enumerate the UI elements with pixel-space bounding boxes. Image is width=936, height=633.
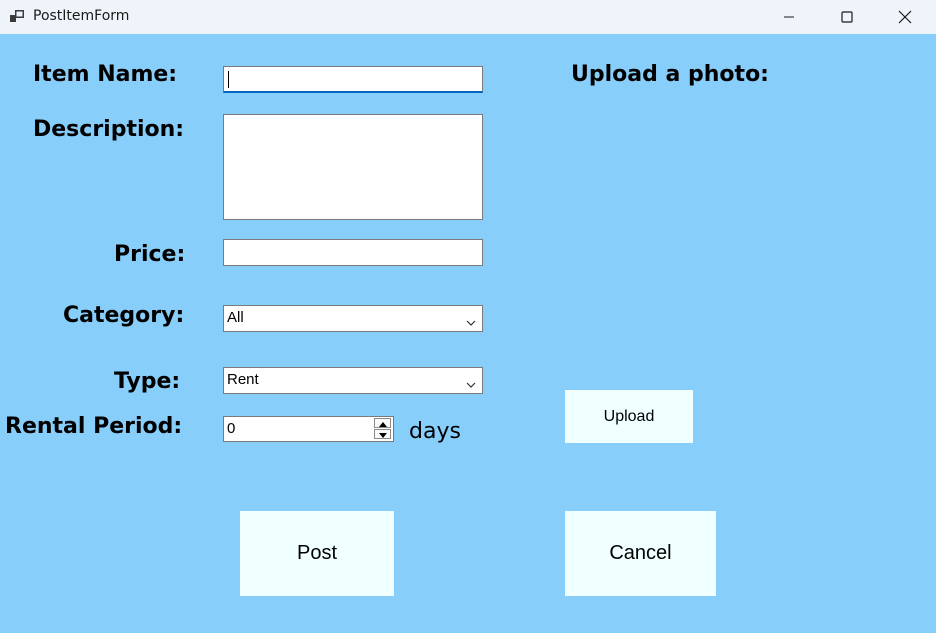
- minimize-button[interactable]: [760, 0, 818, 34]
- description-label: Description:: [33, 117, 185, 142]
- chevron-down-icon: [466, 376, 476, 394]
- close-button[interactable]: [876, 0, 934, 34]
- window-title: PostItemForm: [33, 8, 130, 24]
- rental-period-stepper[interactable]: 0: [223, 416, 394, 442]
- spin-buttons: [374, 418, 392, 440]
- category-selected-value: All: [227, 309, 244, 326]
- title-bar: PostItemForm: [0, 0, 936, 34]
- close-icon: [898, 10, 912, 24]
- text-caret: [228, 71, 229, 88]
- description-textarea[interactable]: [223, 114, 483, 220]
- type-select[interactable]: Rent: [223, 367, 483, 394]
- chevron-down-icon: [466, 314, 476, 332]
- type-label: Type:: [114, 369, 181, 394]
- category-label: Category:: [63, 303, 185, 328]
- triangle-down-icon: [378, 425, 387, 443]
- price-label: Price:: [114, 242, 186, 267]
- category-select[interactable]: All: [223, 305, 483, 332]
- rental-period-unit: days: [409, 419, 461, 444]
- spin-down-button[interactable]: [374, 429, 391, 439]
- type-selected-value: Rent: [227, 371, 259, 388]
- maximize-button[interactable]: [818, 0, 876, 34]
- upload-photo-label: Upload a photo:: [571, 62, 769, 87]
- upload-button[interactable]: Upload: [565, 390, 693, 443]
- rental-period-label: Rental Period:: [5, 414, 183, 439]
- item-name-label: Item Name:: [33, 62, 178, 87]
- rental-period-value: 0: [227, 420, 236, 437]
- cancel-button[interactable]: Cancel: [565, 511, 716, 596]
- price-input[interactable]: [223, 239, 483, 266]
- post-button[interactable]: Post: [240, 511, 394, 596]
- app-icon: [10, 9, 26, 23]
- maximize-icon: [841, 11, 853, 23]
- minimize-icon: [783, 11, 795, 23]
- item-name-input[interactable]: [223, 66, 483, 93]
